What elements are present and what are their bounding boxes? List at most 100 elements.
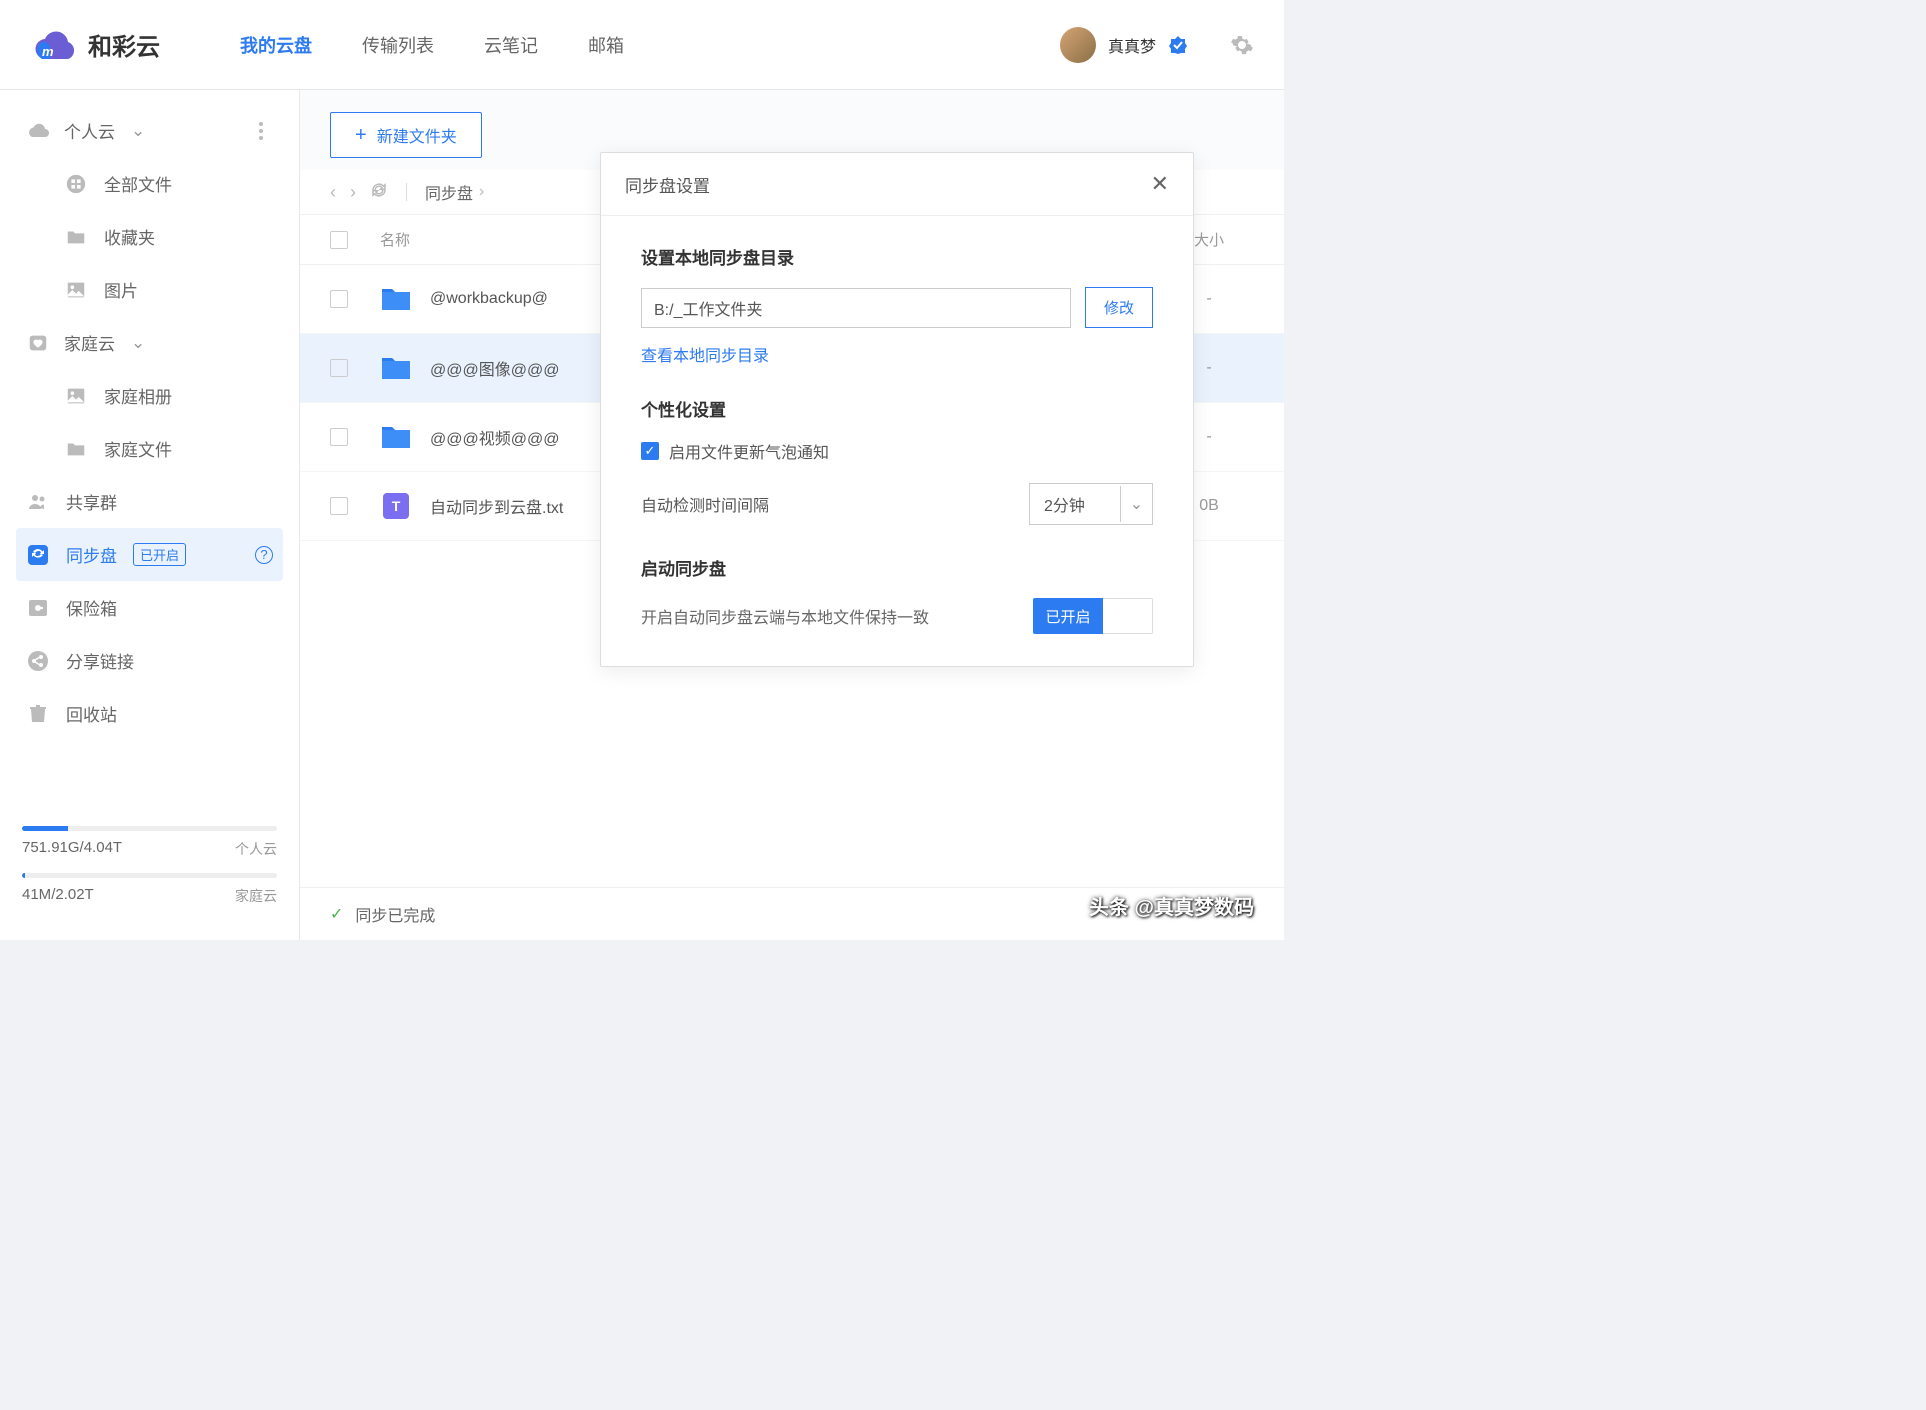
app-header: m 和彩云 我的云盘 传输列表 云笔记 邮箱 真真梦 xyxy=(0,0,1284,90)
chevron-down-icon: ⌄ xyxy=(131,333,145,353)
nav-transfer[interactable]: 传输列表 xyxy=(362,26,434,64)
sidebar-item-label: 分享链接 xyxy=(66,648,134,673)
sidebar: 个人云 ⌄ 全部文件 收藏夹 图片 xyxy=(0,90,300,940)
user-area: 真真梦 xyxy=(1060,27,1254,63)
app-logo: m 和彩云 xyxy=(30,27,160,62)
sidebar-item-label: 保险箱 xyxy=(66,595,117,620)
sync-icon xyxy=(26,543,50,567)
sidebar-item-label: 图片 xyxy=(104,277,138,302)
plus-icon: + xyxy=(355,124,367,147)
folder-icon xyxy=(64,437,88,461)
safe-icon xyxy=(26,596,50,620)
txt-file-icon: T xyxy=(380,490,412,522)
sidebar-sync-disk[interactable]: 同步盘 已开启 ? xyxy=(16,528,283,581)
nav-mail[interactable]: 邮箱 xyxy=(588,26,624,64)
nav-notes[interactable]: 云笔记 xyxy=(484,26,538,64)
check-icon: ✓ xyxy=(330,904,343,924)
sidebar-family-album[interactable]: 家庭相册 xyxy=(16,369,283,422)
interval-label: 自动检测时间间隔 xyxy=(641,492,769,516)
heart-icon xyxy=(26,331,50,355)
close-icon[interactable]: ✕ xyxy=(1151,171,1169,197)
svg-text:m: m xyxy=(42,44,54,59)
chevron-down-icon: ⌄ xyxy=(131,121,145,141)
share-icon xyxy=(26,649,50,673)
start-sync-desc: 开启自动同步盘云端与本地文件保持一致 xyxy=(641,604,929,628)
username[interactable]: 真真梦 xyxy=(1108,33,1156,57)
sidebar-safe[interactable]: 保险箱 xyxy=(16,581,283,634)
personal-storage-bar xyxy=(22,826,277,831)
personal-storage-label: 个人云 xyxy=(235,839,277,859)
trash-icon xyxy=(26,702,50,726)
new-folder-label: 新建文件夹 xyxy=(377,123,457,147)
folder-icon xyxy=(380,421,412,453)
folder-icon xyxy=(380,352,412,384)
watermark: 头条 @真真梦数码 xyxy=(1089,891,1254,920)
group-icon xyxy=(26,490,50,514)
breadcrumb-path[interactable]: 同步盘 › xyxy=(425,180,484,204)
dialog-title: 同步盘设置 xyxy=(625,172,710,197)
sidebar-personal-label: 个人云 xyxy=(64,118,115,143)
modify-button[interactable]: 修改 xyxy=(1085,287,1153,328)
sidebar-all-files[interactable]: 全部文件 xyxy=(16,157,283,210)
cloud-icon xyxy=(26,119,50,143)
sidebar-family-files[interactable]: 家庭文件 xyxy=(16,422,283,475)
verified-badge-icon xyxy=(1168,35,1188,55)
nav-my-cloud[interactable]: 我的云盘 xyxy=(240,26,312,64)
family-storage-text: 41M/2.02T xyxy=(22,886,94,906)
help-icon[interactable]: ? xyxy=(255,546,273,564)
section-local-dir-title: 设置本地同步盘目录 xyxy=(641,244,1153,269)
cloud-logo-icon: m xyxy=(30,28,78,62)
sync-settings-dialog: 同步盘设置 ✕ 设置本地同步盘目录 修改 查看本地同步目录 个性化设置 ✓ 启用… xyxy=(600,152,1194,667)
sidebar-images[interactable]: 图片 xyxy=(16,263,283,316)
sidebar-personal-cloud[interactable]: 个人云 ⌄ xyxy=(16,104,283,157)
user-avatar[interactable] xyxy=(1060,27,1096,63)
status-text: 同步已完成 xyxy=(355,902,435,926)
grid-icon xyxy=(64,172,88,196)
folder-icon xyxy=(64,225,88,249)
personal-storage-text: 751.91G/4.04T xyxy=(22,839,122,859)
sidebar-favorites[interactable]: 收藏夹 xyxy=(16,210,283,263)
sidebar-share-group[interactable]: 共享群 xyxy=(16,475,283,528)
sidebar-item-label: 全部文件 xyxy=(104,171,172,196)
row-checkbox[interactable] xyxy=(330,497,348,515)
row-checkbox[interactable] xyxy=(330,290,348,308)
nav-back-icon[interactable]: ‹ xyxy=(330,182,336,203)
sync-status-badge: 已开启 xyxy=(133,543,186,566)
section-start-sync-title: 启动同步盘 xyxy=(641,555,1153,580)
more-options-icon[interactable] xyxy=(259,122,263,140)
storage-footer: 751.91G/4.04T 个人云 41M/2.02T 家庭云 xyxy=(0,806,299,940)
folder-icon xyxy=(380,283,412,315)
row-checkbox[interactable] xyxy=(330,428,348,446)
main-nav: 我的云盘 传输列表 云笔记 邮箱 xyxy=(240,26,1060,64)
chevron-right-icon: › xyxy=(479,183,484,201)
sync-toggle[interactable]: 已开启 xyxy=(1033,598,1153,634)
sync-path-input[interactable] xyxy=(641,288,1071,328)
toggle-on-label: 已开启 xyxy=(1033,598,1103,634)
sidebar-share-link[interactable]: 分享链接 xyxy=(16,634,283,687)
bubble-notify-checkbox[interactable]: ✓ xyxy=(641,442,659,460)
sidebar-item-label: 家庭相册 xyxy=(104,383,172,408)
family-storage-label: 家庭云 xyxy=(235,886,277,906)
new-folder-button[interactable]: + 新建文件夹 xyxy=(330,112,482,158)
section-personalization-title: 个性化设置 xyxy=(641,396,1153,421)
interval-value: 2分钟 xyxy=(1030,484,1120,524)
row-checkbox[interactable] xyxy=(330,359,348,377)
sidebar-family-label: 家庭云 xyxy=(64,330,115,355)
select-all-checkbox[interactable] xyxy=(330,231,348,249)
image-icon xyxy=(64,384,88,408)
sidebar-family-cloud[interactable]: 家庭云 ⌄ xyxy=(16,316,283,369)
interval-select[interactable]: 2分钟 ⌄ xyxy=(1029,483,1153,525)
bubble-notify-label: 启用文件更新气泡通知 xyxy=(669,439,829,463)
nav-forward-icon[interactable]: › xyxy=(350,182,356,203)
app-name: 和彩云 xyxy=(88,27,160,62)
sidebar-item-label: 回收站 xyxy=(66,701,117,726)
view-local-dir-link[interactable]: 查看本地同步目录 xyxy=(641,342,769,366)
refresh-icon[interactable] xyxy=(370,181,388,204)
image-icon xyxy=(64,278,88,302)
sidebar-item-label: 共享群 xyxy=(66,489,117,514)
sidebar-item-label: 收藏夹 xyxy=(104,224,155,249)
sidebar-item-label: 家庭文件 xyxy=(104,436,172,461)
settings-icon[interactable] xyxy=(1230,33,1254,57)
svg-text:T: T xyxy=(392,498,401,514)
sidebar-trash[interactable]: 回收站 xyxy=(16,687,283,740)
